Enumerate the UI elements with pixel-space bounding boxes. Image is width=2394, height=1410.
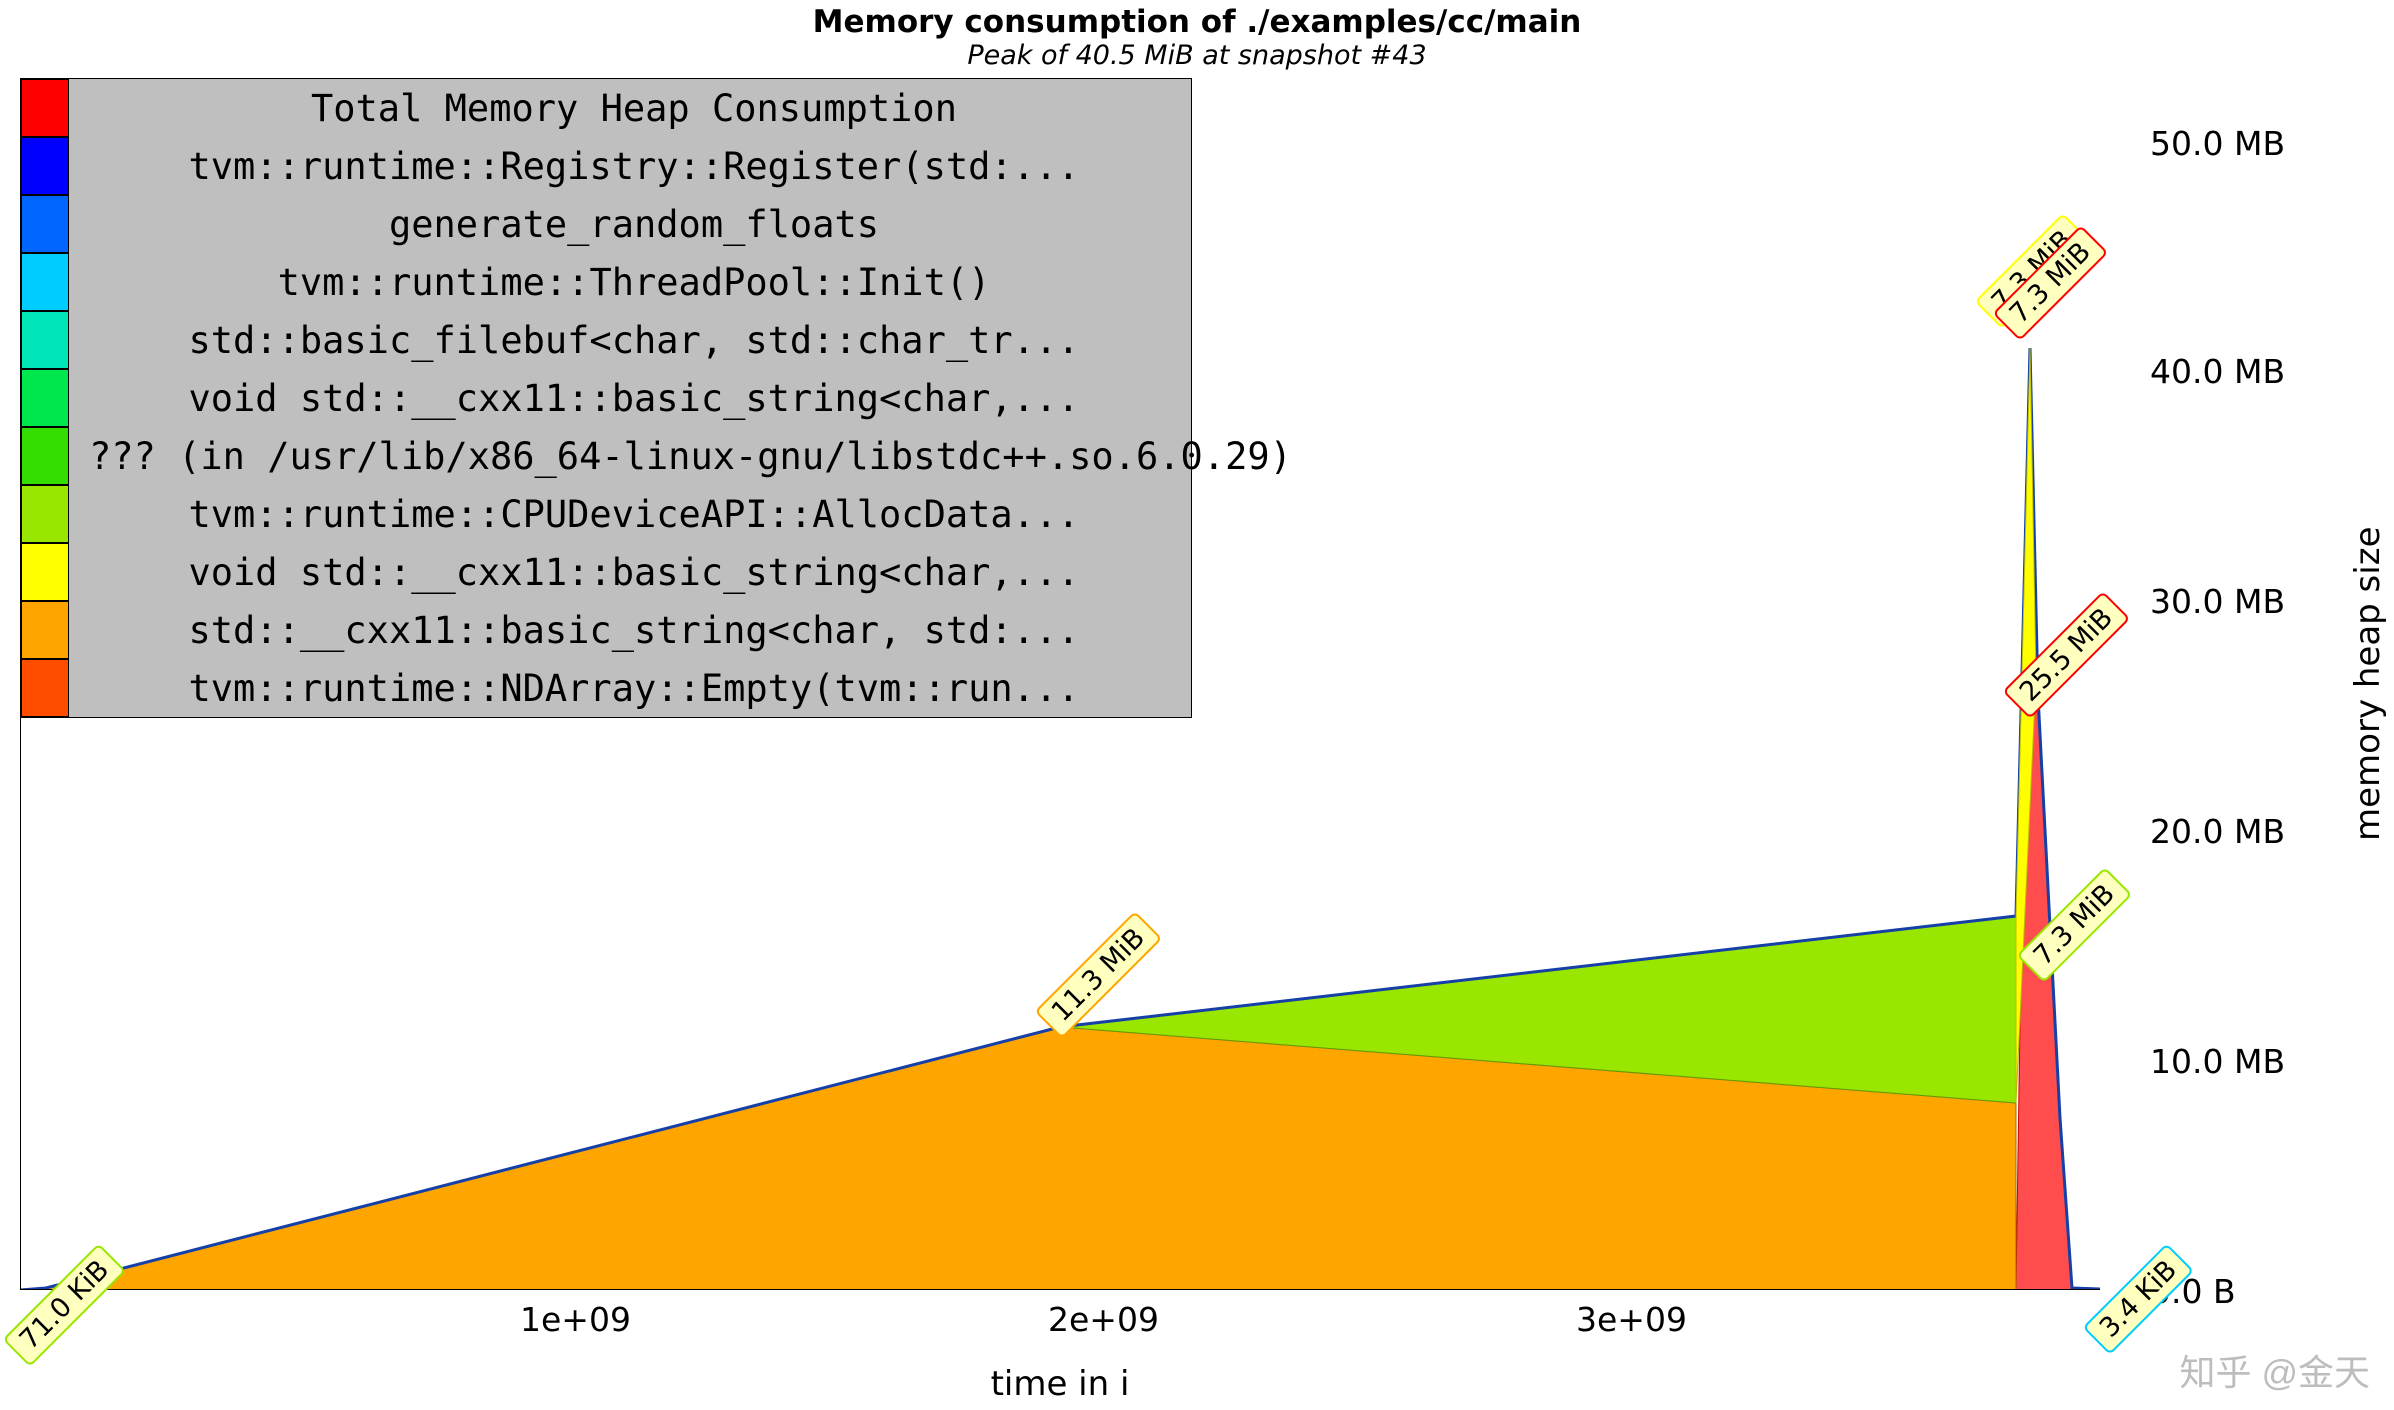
legend-item[interactable]: tvm::runtime::ThreadPool::Init(): [21, 253, 1191, 311]
legend-item[interactable]: generate_random_floats: [21, 195, 1191, 253]
legend-swatch: [21, 311, 69, 369]
legend-item[interactable]: std::__cxx11::basic_string<char, std:...: [21, 601, 1191, 659]
legend-label: generate_random_floats: [69, 206, 1191, 243]
legend-label: tvm::runtime::ThreadPool::Init(): [69, 264, 1191, 301]
legend-swatch: [21, 137, 69, 195]
legend-label: ??? (in /usr/lib/x86_64-linux-gnu/libstd…: [69, 438, 1191, 475]
legend-item[interactable]: std::basic_filebuf<char, std::char_tr...: [21, 311, 1191, 369]
legend-item[interactable]: ??? (in /usr/lib/x86_64-linux-gnu/libstd…: [21, 427, 1191, 485]
legend-label: tvm::runtime::Registry::Register(std:...: [69, 148, 1191, 185]
x-tick-label: 1e+09: [520, 1300, 631, 1339]
y-tick-label: 50.0 MB: [2150, 124, 2285, 163]
x-tick-label: 2e+09: [1048, 1300, 1159, 1339]
y-tick-label: 20.0 MB: [2150, 812, 2285, 851]
legend-item[interactable]: void std::__cxx11::basic_string<char,...: [21, 543, 1191, 601]
legend-swatch: [21, 369, 69, 427]
chart-subtitle: Peak of 40.5 MiB at snapshot #43: [0, 40, 2394, 71]
y-axis-label: memory heap size: [2348, 78, 2388, 1290]
legend-label: tvm::runtime::NDArray::Empty(tvm::run...: [69, 670, 1191, 707]
x-axis-label: time in i: [20, 1364, 2100, 1404]
legend-swatch: [21, 253, 69, 311]
y-tick-label: 10.0 MB: [2150, 1042, 2285, 1081]
legend-label: Total Memory Heap Consumption: [69, 90, 1191, 127]
legend-item[interactable]: void std::__cxx11::basic_string<char,...: [21, 369, 1191, 427]
legend-swatch: [21, 427, 69, 485]
chart-title: Memory consumption of ./examples/cc/main: [0, 4, 2394, 40]
legend-item[interactable]: tvm::runtime::CPUDeviceAPI::AllocData...: [21, 485, 1191, 543]
legend-swatch: [21, 601, 69, 659]
legend-label: void std::__cxx11::basic_string<char,...: [69, 380, 1191, 417]
legend-item[interactable]: Total Memory Heap Consumption: [21, 79, 1191, 137]
x-tick-label: 3e+09: [1576, 1300, 1687, 1339]
legend-label: tvm::runtime::CPUDeviceAPI::AllocData...: [69, 496, 1191, 533]
watermark: 知乎 @金天: [2179, 1344, 2370, 1396]
legend-swatch: [21, 195, 69, 253]
y-tick-label: 30.0 MB: [2150, 582, 2285, 621]
y-tick-label: 40.0 MB: [2150, 352, 2285, 391]
legend-swatch: [21, 79, 69, 137]
legend-swatch: [21, 659, 69, 717]
chart-root: Memory consumption of ./examples/cc/main…: [0, 0, 2394, 1410]
legend-swatch: [21, 485, 69, 543]
legend-item[interactable]: tvm::runtime::Registry::Register(std:...: [21, 137, 1191, 195]
legend-item[interactable]: tvm::runtime::NDArray::Empty(tvm::run...: [21, 659, 1191, 717]
legend-label: std::basic_filebuf<char, std::char_tr...: [69, 322, 1191, 359]
legend-swatch: [21, 543, 69, 601]
legend-label: std::__cxx11::basic_string<char, std:...: [69, 612, 1191, 649]
legend: Total Memory Heap Consumptiontvm::runtim…: [20, 78, 1192, 718]
legend-label: void std::__cxx11::basic_string<char,...: [69, 554, 1191, 591]
